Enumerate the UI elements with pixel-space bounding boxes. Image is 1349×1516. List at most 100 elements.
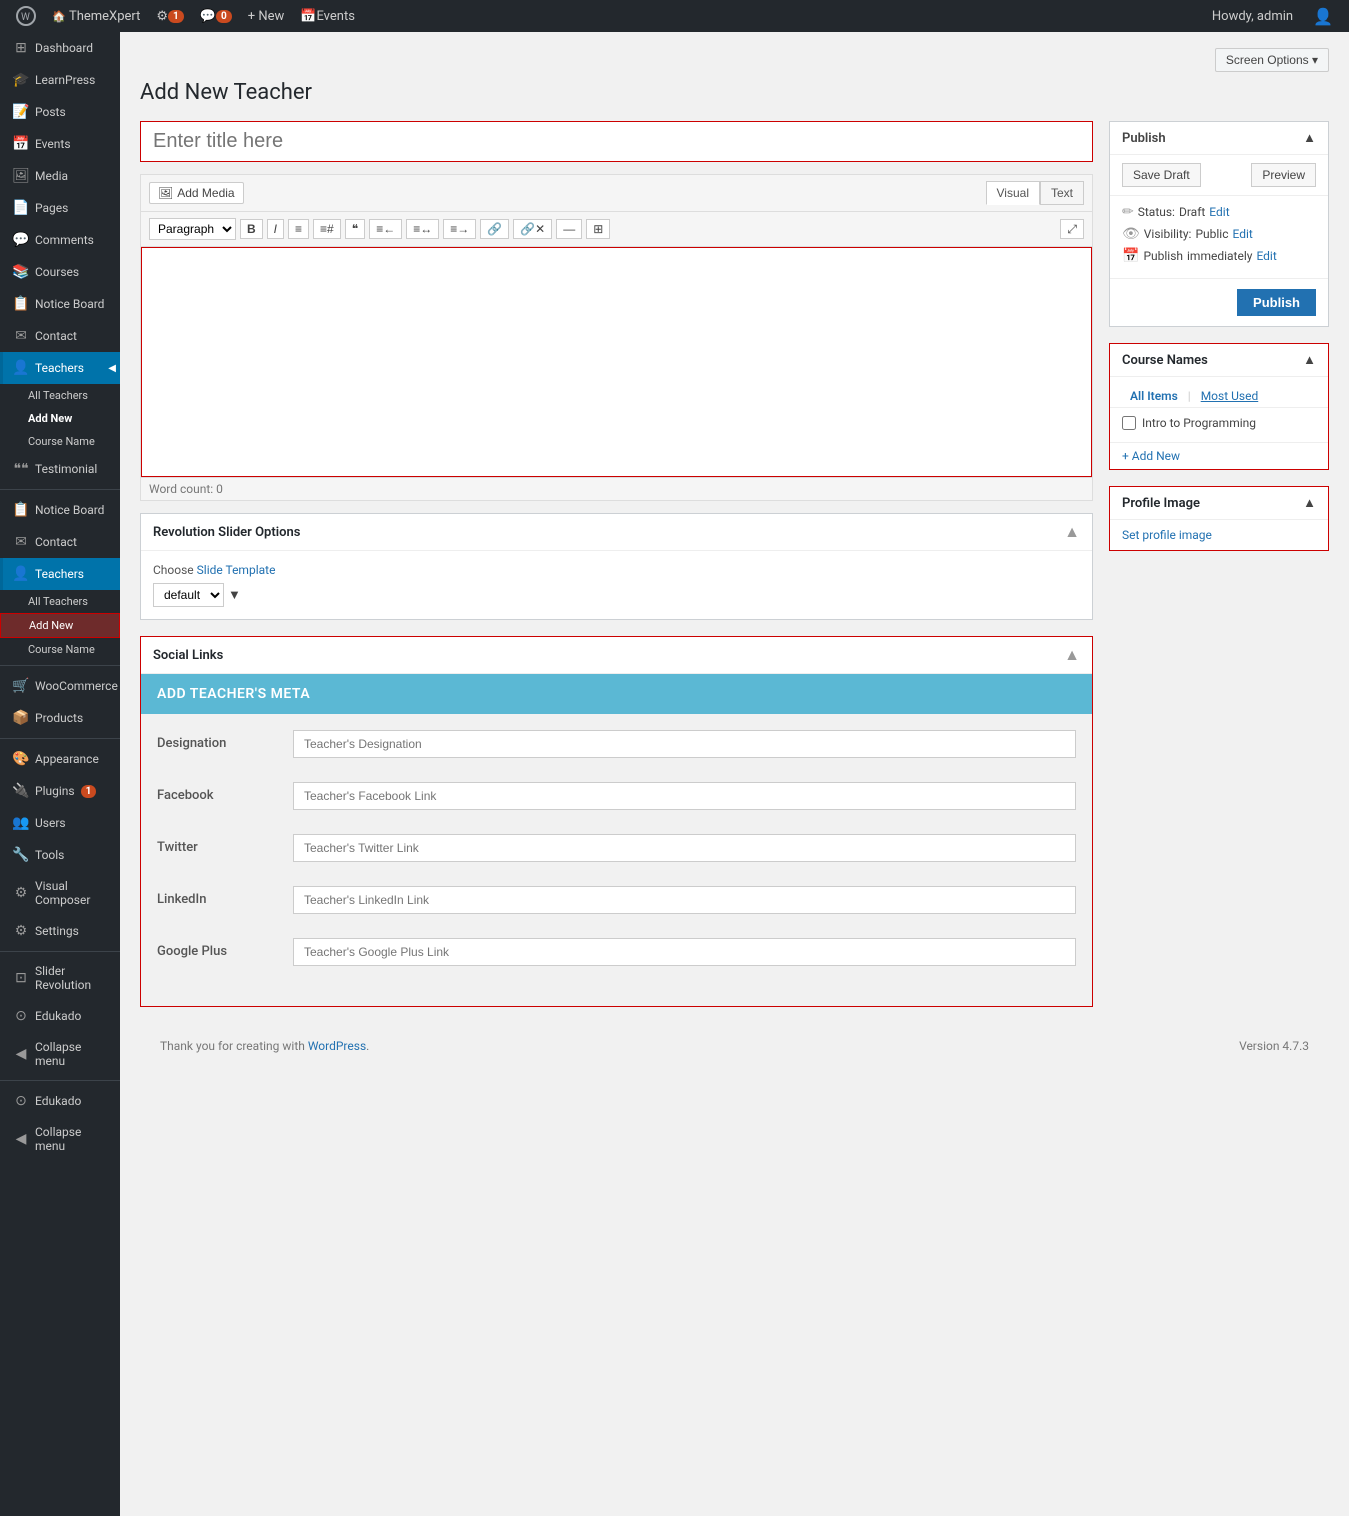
facebook-input[interactable] <box>293 782 1076 810</box>
updates-item[interactable]: ⚙ 1 <box>148 0 191 32</box>
sidebar-item-tools[interactable]: 🔧 Tools <box>0 839 120 871</box>
submenu-course-name2[interactable]: Course Name <box>0 638 120 661</box>
sidebar-item-edukado2[interactable]: ⊙ Edukado <box>0 1085 120 1117</box>
googleplus-input[interactable] <box>293 938 1076 966</box>
format-select[interactable]: Paragraph <box>149 218 236 240</box>
preview-button[interactable]: Preview <box>1251 163 1316 187</box>
sidebar-item-teachers[interactable]: 👤 Teachers ◀ <box>0 352 120 384</box>
sidebar-item-edukado[interactable]: ⊙ Edukado <box>0 1000 120 1032</box>
submenu-all-teachers[interactable]: All Teachers <box>0 384 120 407</box>
submenu-all-teachers2[interactable]: All Teachers <box>0 590 120 613</box>
visibility-edit-link[interactable]: Edit <box>1233 227 1253 241</box>
twitter-input[interactable] <box>293 834 1076 862</box>
align-center-button[interactable]: ≡↔ <box>406 219 439 239</box>
blockquote-button[interactable]: ❝ <box>345 219 365 239</box>
course-names-header[interactable]: Course Names ▲ <box>1110 344 1328 377</box>
ol-button[interactable]: ≡# <box>313 219 341 239</box>
editor-content-area[interactable] <box>141 247 1092 477</box>
set-profile-image-link[interactable]: Set profile image <box>1110 520 1328 550</box>
ul-button[interactable]: ≡ <box>288 219 309 239</box>
designation-field: Designation <box>157 730 1076 758</box>
sidebar-item-collapse[interactable]: ◀ Collapse menu <box>0 1032 120 1076</box>
course-names-toggle[interactable]: ▲ <box>1303 352 1316 368</box>
align-left-button[interactable]: ≡← <box>369 219 402 239</box>
new-label: + New <box>248 9 285 24</box>
plugins-icon: 🔌 <box>13 783 29 799</box>
svg-text:W: W <box>21 12 30 23</box>
italic-button[interactable]: I <box>267 219 284 239</box>
revolution-slider-box: Revolution Slider Options ▲ Choose Slide… <box>140 513 1093 620</box>
sidebar-item-courses[interactable]: 📚 Courses <box>0 256 120 288</box>
unlink-button[interactable]: 🔗✕ <box>513 219 552 239</box>
title-input[interactable] <box>140 121 1093 162</box>
sidebar-item-pages[interactable]: 📄 Pages <box>0 192 120 224</box>
events-item[interactable]: 📅 Events <box>292 0 363 32</box>
profile-image-header[interactable]: Profile Image ▲ <box>1110 487 1328 520</box>
sidebar-item-posts[interactable]: 📝 Posts <box>0 96 120 128</box>
sidebar-item-appearance[interactable]: 🎨 Appearance <box>0 743 120 775</box>
sidebar-item-contact[interactable]: ✉ Contact <box>0 320 120 352</box>
screen-options-button[interactable]: Screen Options ▾ <box>1215 48 1329 72</box>
publish-button[interactable]: Publish <box>1237 289 1316 316</box>
sidebar-item-woocommerce[interactable]: 🛒 WooCommerce <box>0 670 120 702</box>
social-links-header[interactable]: Social Links ▲ <box>141 637 1092 674</box>
teacher-meta-form: Designation Facebook Twitter Linked <box>141 714 1092 1006</box>
revolution-slider-toggle[interactable]: ▲ <box>1064 522 1080 542</box>
publish-collapse-icon[interactable]: ▲ <box>1303 130 1316 146</box>
add-media-button[interactable]: 🖼 Add Media <box>149 182 244 204</box>
sidebar-item-teachers2[interactable]: 👤 Teachers <box>0 558 120 590</box>
sidebar-item-testimonial[interactable]: ❝❝ Testimonial <box>0 453 120 485</box>
sidebar-item-noticeboard[interactable]: 📋 Notice Board <box>0 288 120 320</box>
sidebar-item-visual-composer[interactable]: ⚙ Visual Composer <box>0 871 120 915</box>
submenu-course-name[interactable]: Course Name <box>0 430 120 453</box>
sidebar-item-plugins[interactable]: 🔌 Plugins 1 <box>0 775 120 807</box>
link-button[interactable]: 🔗 <box>480 219 509 239</box>
tab-all-items[interactable]: All Items <box>1122 385 1186 407</box>
course-checkbox-intro[interactable] <box>1122 416 1136 430</box>
profile-image-toggle[interactable]: ▲ <box>1303 495 1316 511</box>
visual-tab[interactable]: Visual <box>986 181 1040 205</box>
designation-input[interactable] <box>293 730 1076 758</box>
sidebar-item-settings[interactable]: ⚙ Settings <box>0 915 120 947</box>
publish-time-edit-link[interactable]: Edit <box>1256 249 1276 263</box>
sidebar-item-media[interactable]: 🖼 Media <box>0 160 120 192</box>
users-icon: 👥 <box>13 815 29 831</box>
hr-button[interactable]: — <box>556 219 582 239</box>
sidebar-item-learnpress[interactable]: 🎓 LearnPress <box>0 64 120 96</box>
revolution-slider-header[interactable]: Revolution Slider Options ▲ <box>141 514 1092 551</box>
bold-button[interactable]: B <box>240 219 263 239</box>
comments-item[interactable]: 💬 0 <box>192 0 240 32</box>
new-item[interactable]: + New <box>240 0 293 32</box>
fullscreen-button[interactable]: ⤢ <box>1060 219 1084 239</box>
submenu-add-new[interactable]: Add New <box>0 407 120 430</box>
add-new-course-link[interactable]: + Add New <box>1110 442 1328 469</box>
sidebar-item-comments[interactable]: 💬 Comments <box>0 224 120 256</box>
sidebar-item-noticeboard2[interactable]: 📋 Notice Board <box>0 494 120 526</box>
sidebar-item-users[interactable]: 👥 Users <box>0 807 120 839</box>
sidebar-item-slider-revolution[interactable]: ⊡ Slider Revolution <box>0 956 120 1000</box>
googleplus-field: Google Plus <box>157 938 1076 966</box>
visibility-label: Visibility: <box>1144 227 1192 241</box>
slide-template-dropdown[interactable]: default <box>153 583 224 607</box>
profile-image-title: Profile Image <box>1122 496 1200 511</box>
tab-most-used[interactable]: Most Used <box>1193 385 1267 407</box>
sidebar-item-collapse2[interactable]: ◀ Collapse menu <box>0 1117 120 1161</box>
site-name-item[interactable]: 🏠 ThemeXpert <box>44 0 148 32</box>
sidebar-item-products[interactable]: 📦 Products <box>0 702 120 734</box>
status-edit-link[interactable]: Edit <box>1209 205 1229 219</box>
sidebar-item-contact2[interactable]: ✉ Contact <box>0 526 120 558</box>
text-tab[interactable]: Text <box>1040 181 1084 205</box>
slide-template-link[interactable]: Slide Template <box>197 563 276 577</box>
wordpress-link[interactable]: WordPress <box>308 1039 366 1053</box>
linkedin-input[interactable] <box>293 886 1076 914</box>
wp-logo-item[interactable]: W <box>8 0 44 32</box>
sidebar-item-events[interactable]: 📅 Events <box>0 128 120 160</box>
more-button[interactable]: ⊞ <box>586 219 610 239</box>
publish-time-value: immediately <box>1187 249 1252 263</box>
pages-icon: 📄 <box>13 200 29 216</box>
sidebar-item-dashboard[interactable]: ⊞ Dashboard <box>0 32 120 64</box>
align-right-button[interactable]: ≡→ <box>443 219 476 239</box>
save-draft-button[interactable]: Save Draft <box>1122 163 1201 187</box>
social-links-toggle[interactable]: ▲ <box>1064 645 1080 665</box>
submenu-add-new2[interactable]: Add New <box>0 613 120 638</box>
